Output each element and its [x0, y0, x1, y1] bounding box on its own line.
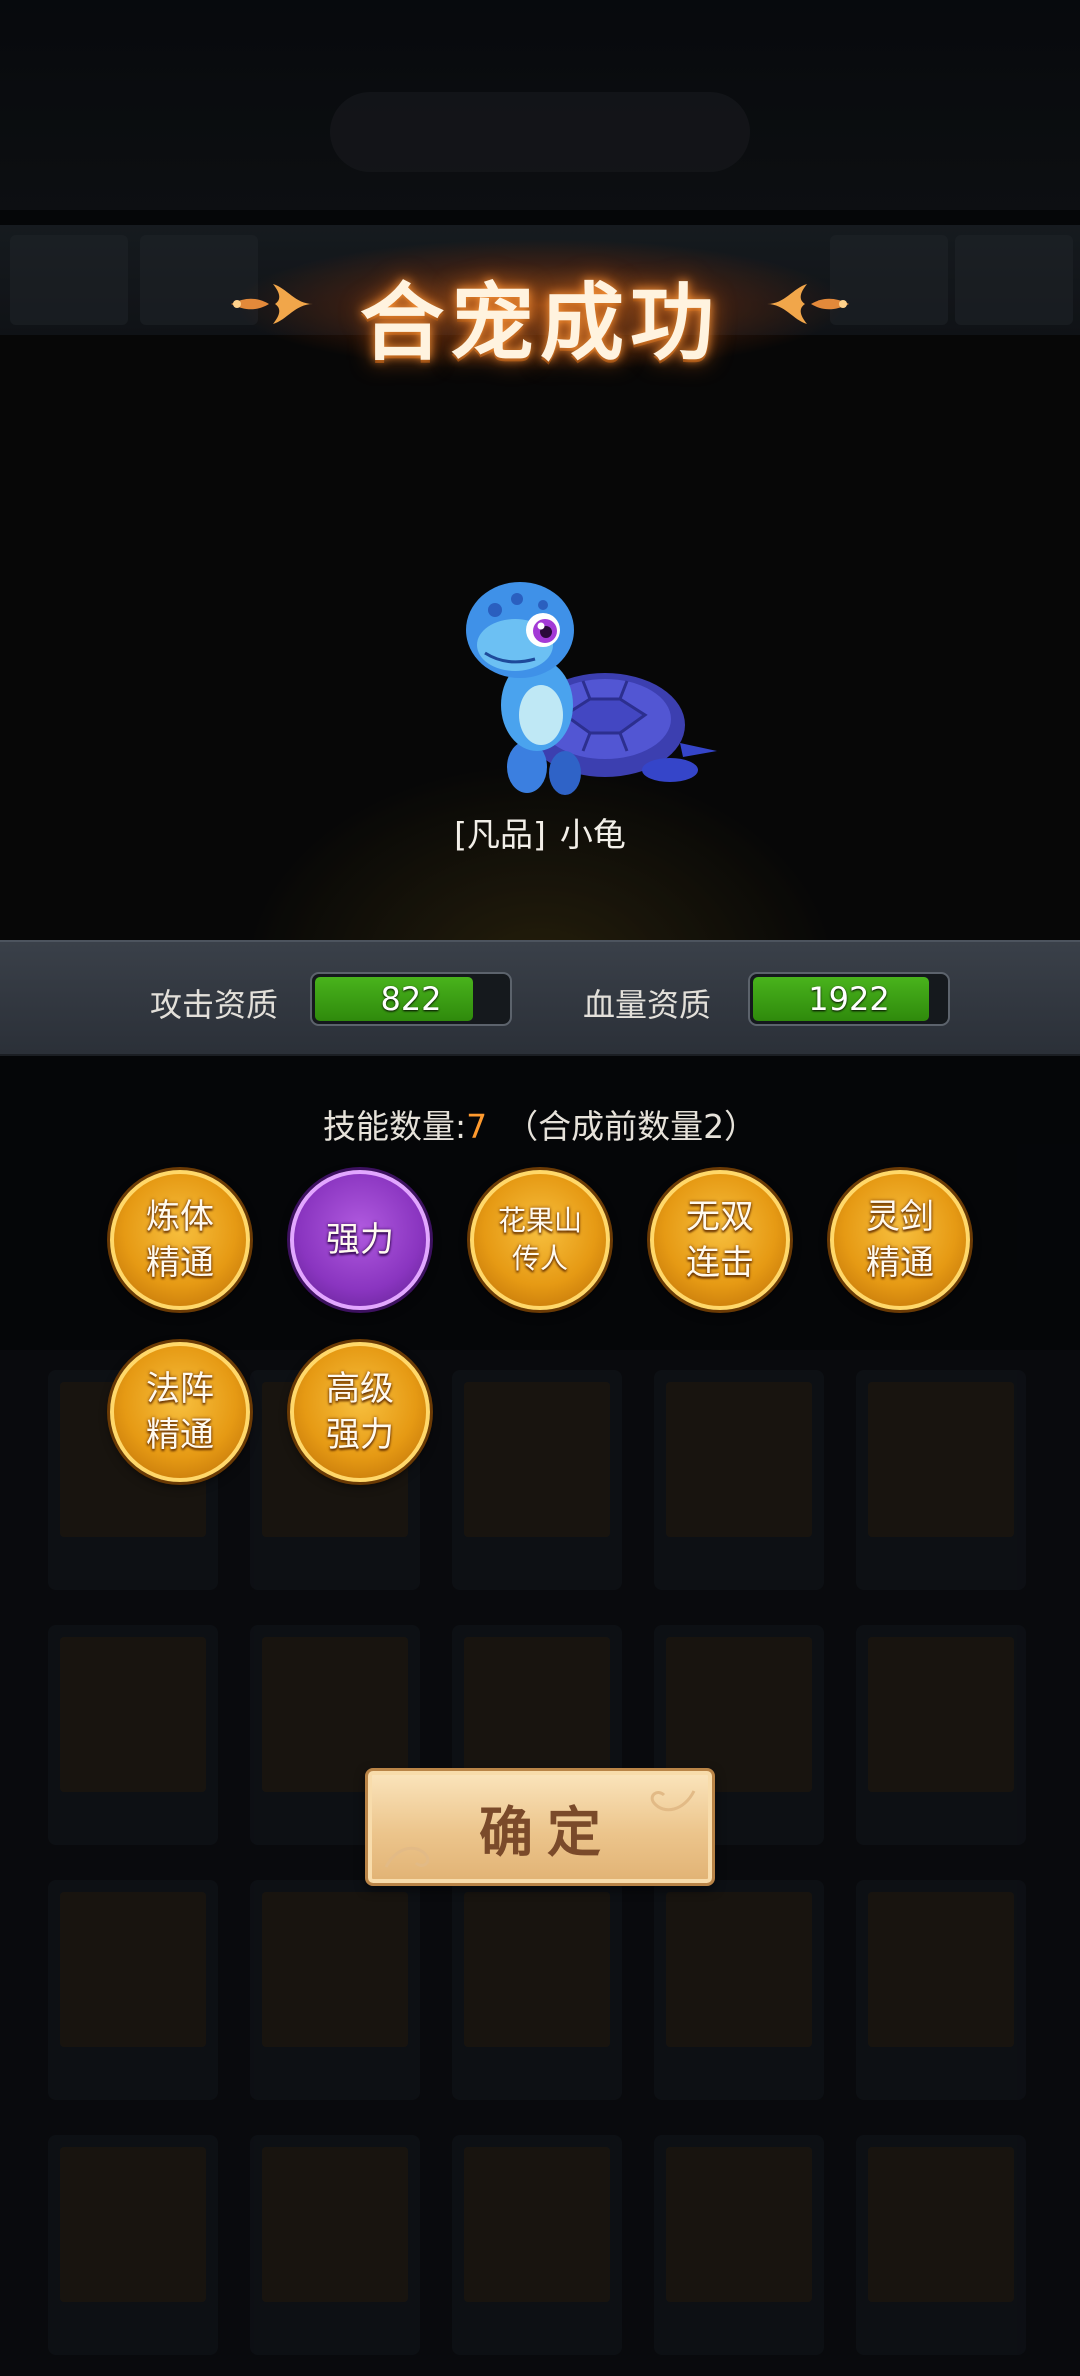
hp-aptitude-bar: 1922: [748, 972, 950, 1026]
skill-badge-lingjian[interactable]: 灵剑 精通: [830, 1170, 970, 1310]
skill-label: 花果山 传人: [497, 1204, 582, 1275]
skill-badge-wushuang[interactable]: 无双 连击: [650, 1170, 790, 1310]
skill-count-label: 技能数量:: [322, 1107, 467, 1146]
skill-label: 无双 连击: [686, 1197, 754, 1283]
hp-aptitude-label: 血量资质: [583, 986, 712, 1024]
cloud-swirl-icon: [384, 1846, 430, 1868]
skill-label: 炼体 精通: [146, 1197, 214, 1283]
aptitude-stats-bar: 攻击资质 822 血量资质 1922: [0, 940, 1080, 1056]
cloud-swirl-icon: [650, 1790, 696, 1812]
attack-aptitude-value: 822: [380, 980, 442, 1018]
skill-count-value: 7: [466, 1107, 488, 1146]
confirm-button[interactable]: 确定: [365, 1768, 715, 1886]
hp-aptitude-value: 1922: [808, 980, 890, 1018]
pet-quality: [凡品]: [454, 815, 546, 854]
skill-badge-huaguoshan[interactable]: 花果山 传人: [470, 1170, 610, 1310]
attack-aptitude-label: 攻击资质: [150, 986, 279, 1024]
skill-badge-fazhen[interactable]: 法阵 精通: [110, 1342, 250, 1482]
pet-name-label: [凡品] 小龟: [0, 808, 1080, 856]
pet-name: 小龟: [559, 815, 626, 854]
pet-turtle-image: [466, 582, 717, 795]
skill-badge-qiangli[interactable]: 强力: [290, 1170, 430, 1310]
skill-label: 法阵 精通: [146, 1369, 214, 1455]
attack-aptitude-bar: 822: [310, 972, 512, 1026]
right-wing-ornament-icon: [767, 284, 849, 324]
confirm-button-label: 确定: [479, 1799, 615, 1864]
skill-badge-gaoji-qiangli[interactable]: 高级 强力: [290, 1342, 430, 1482]
skill-count-before-note: （合成前数量2）: [505, 1107, 758, 1146]
skill-count-line: 技能数量:7 （合成前数量2）: [0, 1100, 1080, 1148]
skill-badge-lianti[interactable]: 炼体 精通: [110, 1170, 250, 1310]
page-title: 合宠成功: [359, 273, 720, 372]
result-title-banner: 合宠成功: [0, 230, 1080, 380]
skill-label: 强力: [326, 1220, 394, 1260]
skill-label: 灵剑 精通: [866, 1197, 934, 1283]
skill-label: 高级 强力: [326, 1369, 394, 1455]
